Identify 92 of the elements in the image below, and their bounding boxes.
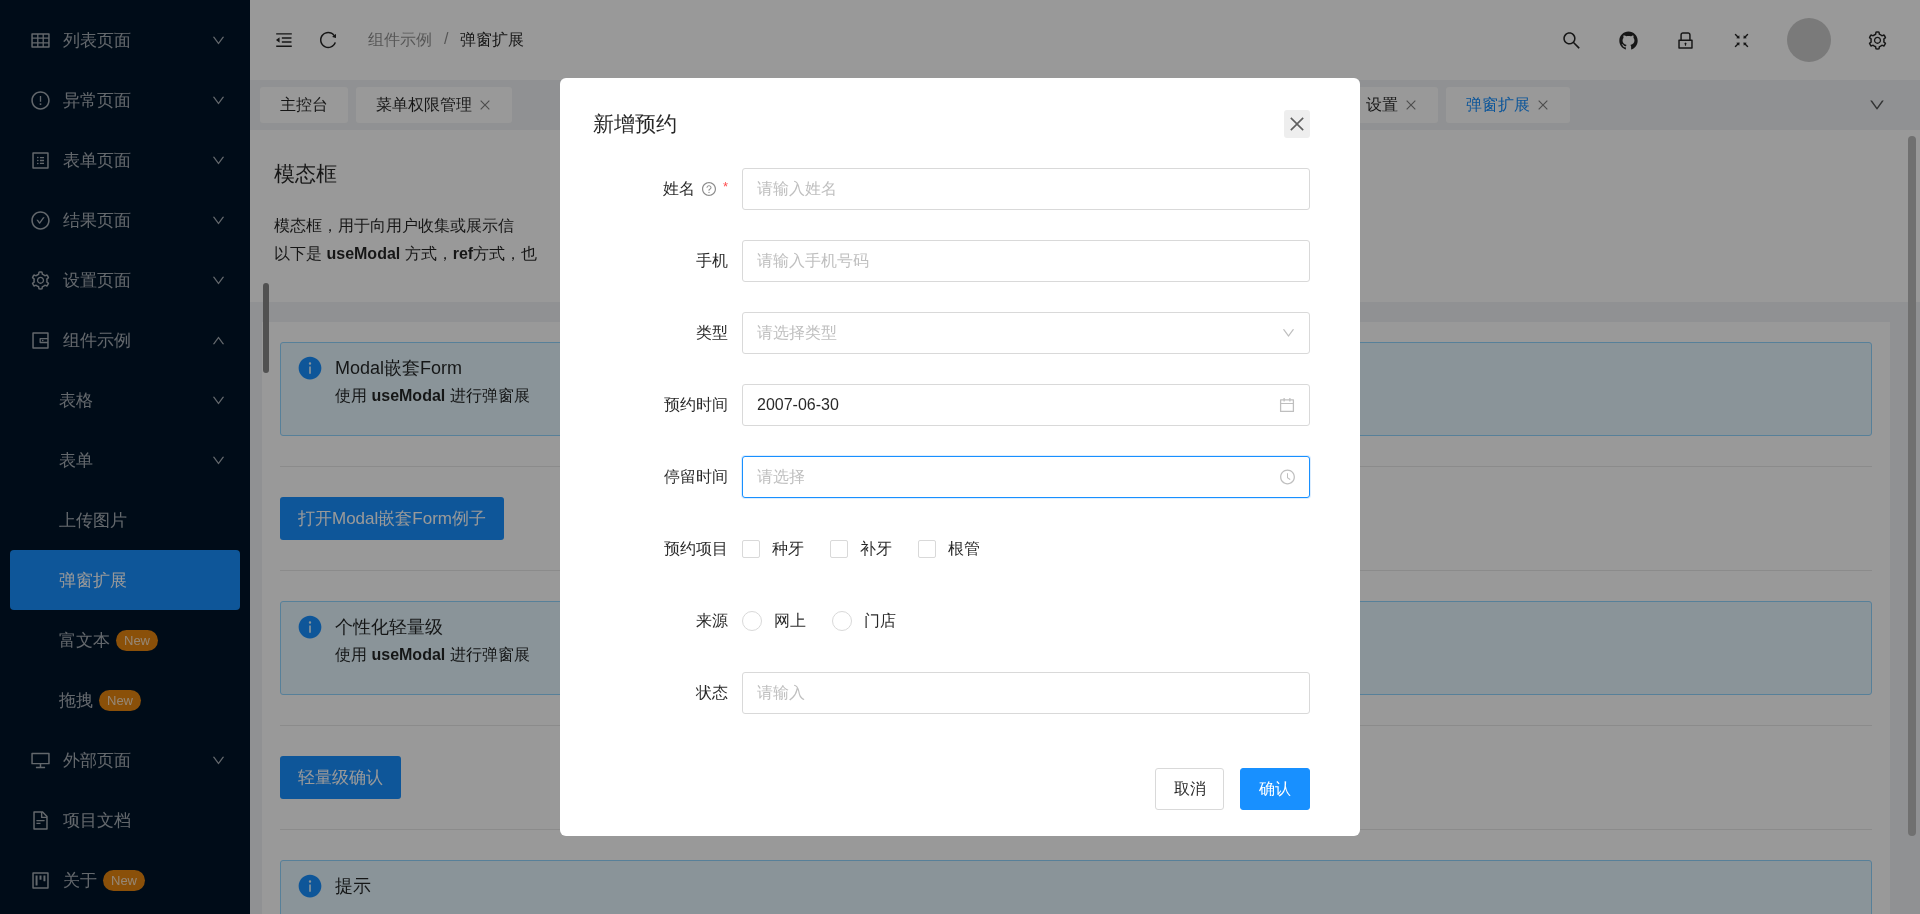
menu-item[interactable]: 弹窗扩展: [10, 550, 240, 610]
info-icon: [297, 614, 323, 640]
primary-button[interactable]: 打开Modal嵌套Form例子: [280, 497, 504, 540]
menu-item-label: 项目文档: [63, 809, 131, 832]
field-label: 预约时间: [664, 394, 728, 415]
menu-item-label: 组件示例: [63, 329, 131, 352]
breadcrumb-separator: /: [444, 29, 449, 49]
checkbox-option[interactable]: 种牙: [742, 538, 804, 560]
menu-item[interactable]: 关于 New: [0, 850, 250, 910]
menu-item-label: 拖拽: [59, 689, 93, 712]
page-description: 模态框，用于向用户收集或展示信: [274, 216, 514, 236]
menu-item[interactable]: 项目文档: [0, 790, 250, 850]
menu-item[interactable]: 上传图片: [0, 490, 250, 550]
field-label: 预约项目: [664, 538, 728, 559]
menu-item-label: 富文本: [59, 629, 110, 652]
menu-item[interactable]: 组件示例: [0, 310, 250, 370]
menu-item-label: 列表页面: [63, 29, 131, 52]
info-icon: [297, 873, 323, 899]
time-field[interactable]: 请选择: [742, 456, 1310, 498]
page-title: 模态框: [274, 161, 337, 187]
checkbox-option[interactable]: 根管: [918, 538, 980, 560]
required-mark: *: [722, 178, 728, 194]
checkbox[interactable]: [742, 540, 760, 558]
info-icon: [297, 355, 323, 381]
radio-button[interactable]: [832, 611, 852, 631]
select-field[interactable]: 请选择类型: [742, 312, 1310, 354]
scrollbar-thumb[interactable]: [263, 283, 269, 373]
menu-item-label: 结果页面: [63, 209, 131, 232]
close-icon: [1287, 114, 1307, 134]
new-badge: New: [116, 629, 158, 651]
field-label: 姓名: [662, 178, 695, 199]
menu-item-label: 表单: [59, 449, 93, 472]
breadcrumb-link[interactable]: 弹窗扩展: [460, 29, 525, 51]
radio-button[interactable]: [742, 611, 762, 631]
menu-item[interactable]: 富文本 New: [0, 610, 250, 670]
alert-title: 提示: [335, 875, 371, 898]
close-button[interactable]: [1284, 110, 1310, 138]
date-field[interactable]: 2007-06-30: [742, 384, 1310, 426]
calendar-icon: [1278, 396, 1296, 414]
checkbox-option[interactable]: 补牙: [830, 538, 892, 560]
field-label: 来源: [696, 610, 728, 631]
radio-option[interactable]: 门店: [832, 610, 896, 632]
page-tab[interactable]: 弹窗扩展: [1446, 87, 1570, 123]
new-badge: New: [103, 869, 145, 891]
menu-item-label: 外部页面: [63, 749, 131, 772]
menu-item-label: 设置页面: [63, 269, 131, 292]
field-label: 停留时间: [664, 466, 728, 487]
menu-item[interactable]: 表单页面: [0, 130, 250, 190]
clock-icon: [1279, 468, 1296, 486]
menu-item-label: 弹窗扩展: [59, 569, 127, 592]
menu-item-label: 表格: [59, 389, 93, 412]
github-icon[interactable]: [1618, 29, 1639, 51]
confirm-button[interactable]: 确认: [1240, 768, 1310, 810]
new-badge: New: [99, 689, 141, 711]
settings-icon[interactable]: [1867, 29, 1888, 51]
checkbox[interactable]: [830, 540, 848, 558]
search-icon[interactable]: [1561, 29, 1582, 51]
menu-item[interactable]: 表格: [0, 370, 250, 430]
alert-description: 使用 useModal 进行弹窗展: [335, 645, 530, 665]
menu-item-label: 异常页面: [63, 89, 131, 112]
field-label: 状态: [696, 682, 728, 703]
menu-item[interactable]: 外部页面: [0, 730, 250, 790]
cancel-button[interactable]: 取消: [1155, 768, 1224, 810]
menu-item[interactable]: 列表页面: [0, 10, 250, 70]
alert-title: Modal嵌套Form: [335, 357, 464, 380]
menu-item[interactable]: 表单: [0, 430, 250, 490]
radio-option[interactable]: 网上: [742, 610, 806, 632]
modal-title: 新增预约: [593, 111, 677, 137]
menu-item[interactable]: 拖拽 New: [0, 670, 250, 730]
menu-item[interactable]: 设置页面: [0, 250, 250, 310]
menu-item-label: 表单页面: [63, 149, 131, 172]
scrollbar-thumb[interactable]: [1908, 136, 1916, 836]
input-field[interactable]: 请输入手机号码: [742, 240, 1310, 282]
lock-icon[interactable]: [1675, 29, 1696, 51]
menu-item[interactable]: 结果页面: [0, 190, 250, 250]
menu-item-label: 上传图片: [59, 509, 127, 532]
input-field[interactable]: 请输入姓名: [742, 168, 1310, 210]
page-tab[interactable]: 菜单权限管理: [356, 87, 512, 123]
alert-title: 个性化轻量级: [335, 616, 444, 639]
alert-description: 使用 useModal 进行弹窗展: [335, 386, 530, 406]
menu-item[interactable]: 异常页面: [0, 70, 250, 130]
checkbox[interactable]: [918, 540, 936, 558]
primary-button[interactable]: 轻量级确认: [280, 756, 401, 799]
input-field[interactable]: 请输入: [742, 672, 1310, 714]
menu-item-label: 关于: [63, 869, 97, 892]
field-label: 类型: [696, 322, 728, 343]
breadcrumb-link[interactable]: 组件示例: [368, 29, 432, 51]
menu-fold-icon[interactable]: [274, 30, 294, 50]
reload-icon[interactable]: [318, 30, 338, 50]
page-description: 以下是 useModal 方式，ref方式，也: [274, 244, 538, 264]
page-tab[interactable]: 主控台: [260, 87, 348, 123]
field-label: 手机: [696, 250, 728, 271]
